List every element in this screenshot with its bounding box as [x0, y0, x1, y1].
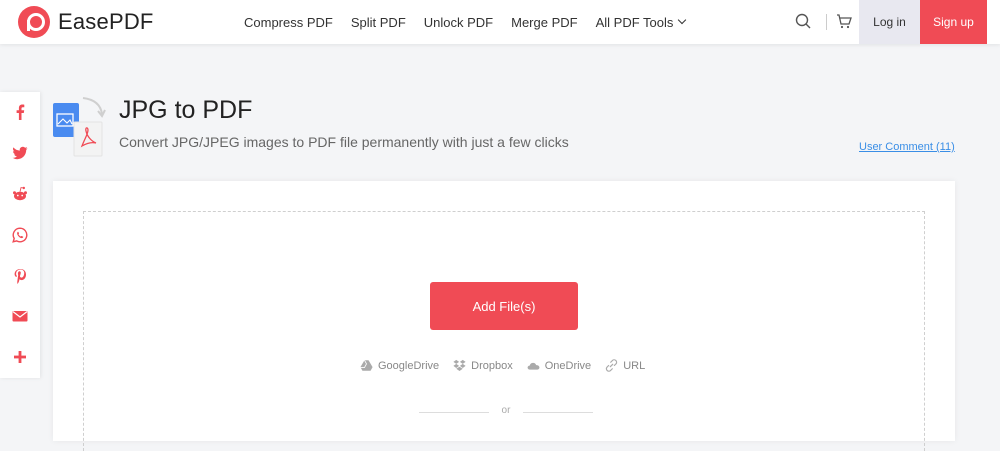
logo-mark-icon [18, 6, 50, 38]
file-drop-zone[interactable]: Add File(s) GoogleDrive Dropbox OneDrive… [83, 211, 925, 451]
facebook-icon [16, 104, 25, 121]
onedrive-icon [527, 362, 540, 370]
or-text: or [501, 405, 511, 416]
twitter-icon [12, 146, 28, 160]
chevron-down-icon [678, 15, 687, 25]
easepdf-logo[interactable]: EasePDF [18, 6, 154, 38]
add-files-button[interactable]: Add File(s) [430, 282, 578, 330]
logo-text: EasePDF [58, 9, 154, 34]
nav-split-pdf[interactable]: Split PDF [351, 15, 406, 30]
cart-icon[interactable] [836, 13, 852, 29]
url-label: URL [623, 359, 646, 372]
page-title: JPG to PDF [119, 96, 253, 124]
share-more[interactable] [0, 337, 40, 378]
source-onedrive[interactable]: OneDrive [527, 359, 591, 372]
share-reddit[interactable] [0, 174, 40, 215]
signup-button[interactable]: Sign up [920, 0, 987, 44]
page-subtitle: Convert JPG/JPEG images to PDF file perm… [119, 134, 569, 150]
search-icon[interactable] [795, 13, 811, 29]
dropbox-icon [453, 359, 466, 372]
nav-unlock-pdf[interactable]: Unlock PDF [424, 15, 493, 30]
main-nav: Compress PDF Split PDF Unlock PDF Merge … [244, 0, 687, 44]
jpg-to-pdf-icon [53, 97, 106, 157]
share-facebook[interactable] [0, 92, 40, 133]
plus-icon [14, 351, 26, 364]
whatsapp-icon [12, 227, 28, 243]
all-pdf-tools-label: All PDF Tools [595, 14, 674, 30]
email-icon [12, 311, 28, 322]
share-twitter[interactable] [0, 133, 40, 174]
upload-card: Add File(s) GoogleDrive Dropbox OneDrive… [53, 181, 955, 451]
user-comment-link[interactable]: User Comment (11) [859, 141, 955, 153]
top-header: EasePDF Compress PDF Split PDF Unlock PD… [0, 0, 1000, 44]
login-button[interactable]: Log in [859, 0, 920, 44]
or-separator: or [419, 405, 593, 419]
dropbox-label: Dropbox [471, 359, 513, 372]
link-icon [606, 359, 618, 372]
onedrive-label: OneDrive [544, 359, 592, 372]
share-pinterest[interactable] [0, 255, 40, 296]
google-drive-icon [360, 360, 373, 371]
source-google-drive[interactable]: GoogleDrive [360, 359, 439, 372]
cloud-sources: GoogleDrive Dropbox OneDrive URL [360, 359, 659, 372]
share-email[interactable] [0, 296, 40, 337]
google-drive-label: GoogleDrive [378, 359, 440, 372]
share-whatsapp[interactable] [0, 214, 40, 255]
reddit-icon [13, 186, 27, 201]
header-divider [826, 14, 827, 30]
share-sidebar [0, 92, 40, 378]
source-url[interactable]: URL [605, 359, 645, 372]
pinterest-icon [14, 268, 26, 284]
source-dropbox[interactable]: Dropbox [453, 359, 513, 372]
nav-merge-pdf[interactable]: Merge PDF [511, 15, 577, 30]
nav-all-pdf-tools[interactable]: All PDF Tools [595, 14, 687, 30]
nav-compress-pdf[interactable]: Compress PDF [244, 15, 333, 30]
